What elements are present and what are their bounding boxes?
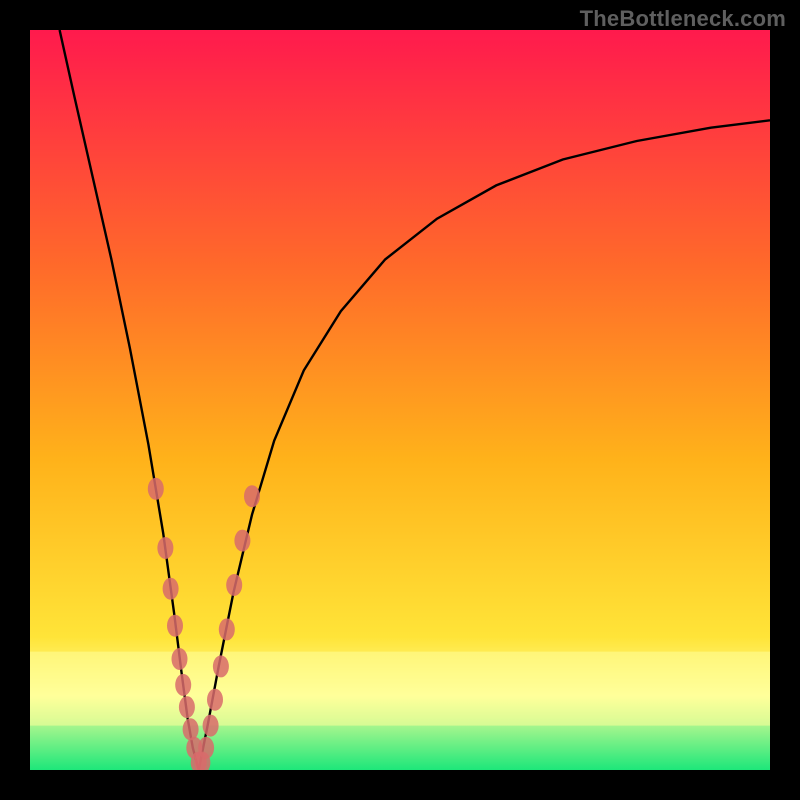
pale-band: [30, 652, 770, 726]
curve-marker: [244, 485, 260, 507]
curve-marker: [179, 696, 195, 718]
curve-marker: [234, 530, 250, 552]
curve-marker: [219, 618, 235, 640]
watermark-text: TheBottleneck.com: [580, 6, 786, 32]
curve-marker: [163, 578, 179, 600]
outer-frame: TheBottleneck.com: [0, 0, 800, 800]
curve-marker: [207, 689, 223, 711]
bottleneck-chart: [30, 30, 770, 770]
curve-marker: [148, 478, 164, 500]
plot-area: [30, 30, 770, 770]
curve-marker: [172, 648, 188, 670]
curve-marker: [175, 674, 191, 696]
curve-marker: [198, 737, 214, 759]
curve-marker: [167, 615, 183, 637]
curve-marker: [213, 655, 229, 677]
curve-marker: [157, 537, 173, 559]
curve-marker: [183, 718, 199, 740]
curve-marker: [226, 574, 242, 596]
curve-marker: [203, 715, 219, 737]
